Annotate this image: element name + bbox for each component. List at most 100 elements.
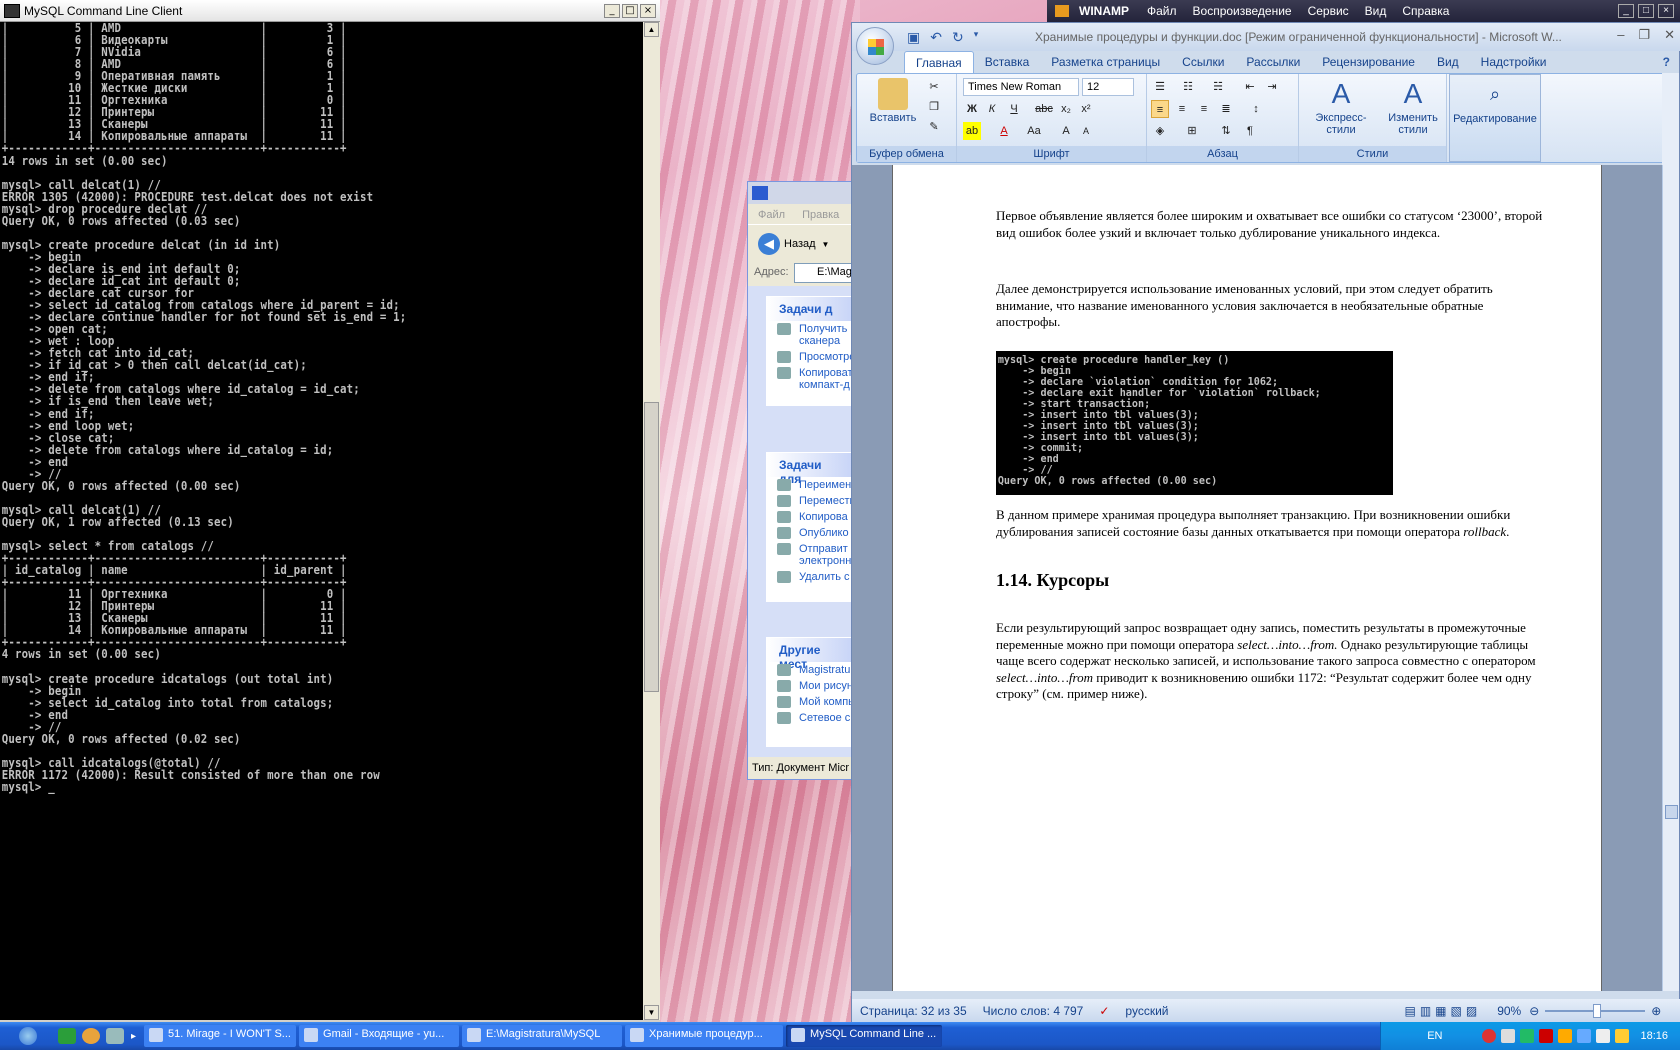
tray-icon[interactable] <box>1482 1029 1497 1043</box>
console-scrollbar[interactable]: ▲ ▼ <box>643 22 660 1020</box>
change-case-icon[interactable]: Aa <box>1025 122 1043 140</box>
language[interactable]: русский <box>1125 1004 1168 1018</box>
explorer-window[interactable]: Файл Правка ◀ Назад ▼ Адрес: E:\Magi Зад… <box>747 181 852 780</box>
place-item[interactable]: Magistratu <box>767 662 851 678</box>
taskbar-task-gmail[interactable]: Gmail - Входящие - yu... <box>299 1025 460 1047</box>
document-page[interactable]: Первое объявление является более широким… <box>892 165 1602 991</box>
justify-icon[interactable]: ≣ <box>1217 100 1235 118</box>
align-right-icon[interactable]: ≡ <box>1195 100 1213 118</box>
tray-icon[interactable] <box>1596 1029 1611 1043</box>
page-counter[interactable]: Страница: 32 из 35 <box>860 1004 967 1018</box>
task-item[interactable]: Перемести <box>767 493 851 509</box>
task-item[interactable]: Копироват компакт-д <box>767 365 851 393</box>
task-item[interactable]: Удалить с <box>767 569 851 585</box>
tab-home[interactable]: Главная <box>904 51 974 73</box>
task-item[interactable]: Переимен <box>767 477 851 493</box>
italic-icon[interactable]: К <box>983 100 1001 118</box>
start-button[interactable] <box>0 1022 55 1050</box>
explorer-menu[interactable]: Файл Правка <box>748 204 851 224</box>
multilevel-list-icon[interactable]: ☵ <box>1209 78 1227 96</box>
view-buttons-icon[interactable]: ▤▥▦▧▨ <box>1404 1004 1481 1018</box>
editing-button[interactable]: ⌕ Редактирование <box>1450 79 1540 125</box>
winamp-menu-tools[interactable]: Сервис <box>1308 4 1349 18</box>
restore-icon[interactable]: ❐ <box>1638 27 1650 43</box>
console-titlebar[interactable]: MySQL Command Line Client _ □ × <box>0 0 660 22</box>
align-center-icon[interactable]: ≡ <box>1173 100 1191 118</box>
close-icon[interactable]: × <box>640 3 656 18</box>
panel-title[interactable]: Другие мест <box>767 638 851 671</box>
tray-icon[interactable] <box>1501 1029 1516 1043</box>
cut-icon[interactable]: ✂ <box>925 78 943 96</box>
spellcheck-icon[interactable]: ✓ <box>1099 1004 1109 1018</box>
tab-insert[interactable]: Вставка <box>974 51 1041 73</box>
bullets-icon[interactable]: ☰ <box>1151 78 1169 96</box>
console-scroll-thumb[interactable] <box>644 402 659 692</box>
superscript-icon[interactable]: x² <box>1077 100 1095 118</box>
taskbar-task-mysql[interactable]: MySQL Command Line ... <box>786 1025 943 1047</box>
undo-icon[interactable]: ↶ <box>930 29 942 46</box>
close-icon[interactable]: ✕ <box>1664 27 1675 43</box>
redo-icon[interactable]: ↻ <box>952 29 964 46</box>
panel-title[interactable]: Задачи для <box>767 453 851 486</box>
document-scroll-thumb[interactable] <box>1665 805 1678 819</box>
panel-title[interactable]: Задачи д <box>767 297 851 321</box>
quicklaunch-icon[interactable] <box>58 1028 76 1044</box>
address-input[interactable]: E:\Magi <box>794 263 851 283</box>
line-spacing-icon[interactable]: ↕ <box>1247 100 1265 118</box>
tray-icon[interactable] <box>1577 1029 1592 1043</box>
highlight-icon[interactable]: ab <box>963 122 981 140</box>
zoom-slider[interactable] <box>1545 1004 1646 1018</box>
zoom-level[interactable]: 90% <box>1497 1004 1521 1018</box>
paste-button[interactable]: Вставить <box>863 78 923 124</box>
maximize-icon[interactable]: □ <box>1638 4 1654 18</box>
minimize-icon[interactable]: _ <box>604 3 620 18</box>
tab-addins[interactable]: Надстройки <box>1470 51 1558 73</box>
borders-icon[interactable]: ⊞ <box>1183 122 1201 140</box>
tab-references[interactable]: Ссылки <box>1171 51 1235 73</box>
winamp-menu-play[interactable]: Воспроизведение <box>1193 4 1292 18</box>
subscript-icon[interactable]: x₂ <box>1057 100 1075 118</box>
tab-page-layout[interactable]: Разметка страницы <box>1040 51 1171 73</box>
scroll-down-icon[interactable]: ▼ <box>644 1005 659 1020</box>
place-item[interactable]: Мои рисун <box>767 678 851 694</box>
shrink-font-icon[interactable]: A <box>1077 122 1095 140</box>
maximize-icon[interactable]: □ <box>622 3 638 18</box>
task-item[interactable]: Опублико <box>767 525 851 541</box>
taskbar-task-explorer[interactable]: E:\Magistratura\MySQL <box>462 1025 623 1047</box>
winamp-window[interactable]: WINAMP Файл Воспроизведение Сервис Вид С… <box>1047 0 1680 22</box>
minimize-icon[interactable]: – <box>1617 27 1624 43</box>
help-icon[interactable]: ? <box>1652 51 1680 73</box>
save-icon[interactable]: ▣ <box>907 29 920 46</box>
winamp-menu-help[interactable]: Справка <box>1402 4 1449 18</box>
close-icon[interactable]: × <box>1658 4 1674 18</box>
winamp-menu-view[interactable]: Вид <box>1365 4 1387 18</box>
tab-view[interactable]: Вид <box>1426 51 1470 73</box>
document-area[interactable]: Первое объявление является более широким… <box>852 165 1662 991</box>
font-size-select[interactable]: 12 <box>1082 78 1134 96</box>
taskbar-task-word[interactable]: Хранимые процедур... <box>625 1025 784 1047</box>
quicklaunch-icon[interactable] <box>106 1028 124 1044</box>
copy-icon[interactable]: ❐ <box>925 98 943 116</box>
document-scrollbar[interactable] <box>1662 165 1679 991</box>
task-item[interactable]: Просмотре <box>767 349 851 365</box>
tray-icon[interactable] <box>1539 1029 1554 1043</box>
explorer-titlebar[interactable] <box>748 182 851 204</box>
sort-icon[interactable]: ⇅ <box>1217 122 1235 140</box>
word-titlebar[interactable]: ▣ ↶ ↻ ▾ Хранимые процедуры и функции.doc… <box>852 23 1680 51</box>
winamp-menu-file[interactable]: Файл <box>1147 4 1177 18</box>
chrome-icon[interactable] <box>82 1028 100 1044</box>
back-button[interactable]: ◀ Назад ▼ <box>758 233 829 255</box>
numbering-icon[interactable]: ☷ <box>1179 78 1197 96</box>
mysql-console-window[interactable]: MySQL Command Line Client _ □ × | 5 | AM… <box>0 0 660 1022</box>
language-indicator[interactable]: EN <box>1427 1030 1442 1042</box>
taskbar-task-winamp[interactable]: 51. Mirage - I WON'T S... <box>144 1025 297 1047</box>
tray-icon[interactable] <box>1558 1029 1573 1043</box>
minimize-icon[interactable]: _ <box>1618 4 1634 18</box>
chevron-down-icon[interactable]: ▼ <box>822 240 830 249</box>
quick-styles-button[interactable]: A Экспресс-стили <box>1301 78 1381 136</box>
decrease-indent-icon[interactable]: ⇤ <box>1241 78 1259 96</box>
office-button[interactable] <box>856 27 894 65</box>
increase-indent-icon[interactable]: ⇥ <box>1263 78 1281 96</box>
place-item[interactable]: Сетевое с <box>767 710 851 726</box>
font-name-select[interactable]: Times New Roman <box>963 78 1079 96</box>
